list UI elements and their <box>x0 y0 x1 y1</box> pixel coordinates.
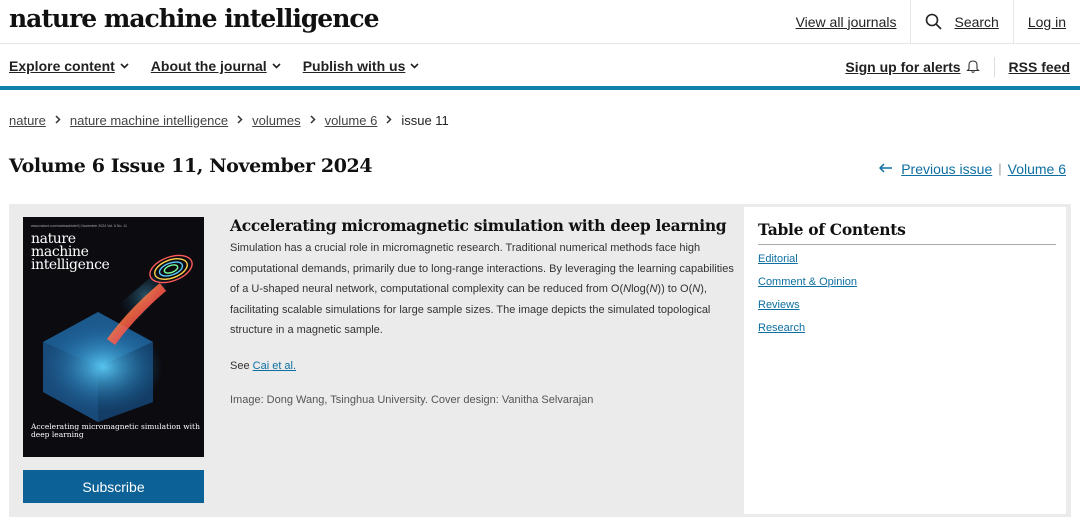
search-icon <box>925 13 943 30</box>
nav-menu: Explore content About the journal Publis… <box>9 58 441 74</box>
nav-item-label: Publish with us <box>302 58 406 74</box>
chevron-down-icon <box>410 61 419 72</box>
alerts-label: Sign up for alerts <box>845 59 961 75</box>
rss-feed-link[interactable]: RSS feed <box>995 59 1070 75</box>
breadcrumb: nature nature machine intelligence volum… <box>9 113 449 128</box>
arrow-left-icon <box>879 160 893 177</box>
cai-et-al-link[interactable]: Cai et al. <box>253 360 296 372</box>
chevron-right-icon <box>237 114 243 127</box>
breadcrumb-item-volumes[interactable]: volumes <box>252 113 300 128</box>
view-all-journals-link[interactable]: View all journals <box>782 0 911 43</box>
toc-item-reviews[interactable]: Reviews <box>758 299 1052 311</box>
subscribe-button[interactable]: Subscribe <box>23 470 204 503</box>
math-n: N <box>623 283 632 295</box>
math-n: N <box>692 283 701 295</box>
issue-panel: www.nature.com/natmachintell | November … <box>9 204 1071 517</box>
cover-journal-title: nature machine intelligence <box>31 231 110 273</box>
cover-caption: Accelerating micromagnetic simulation wi… <box>31 422 200 439</box>
nav-item-publish-with-us[interactable]: Publish with us <box>303 58 420 74</box>
toc-item-research[interactable]: Research <box>758 322 1052 334</box>
image-credit: Image: Dong Wang, Tsinghua University. C… <box>230 393 594 406</box>
previous-issue-link[interactable]: Previous issue <box>901 161 992 177</box>
cover-story-title: Accelerating micromagnetic simulation wi… <box>230 216 727 235</box>
chevron-right-icon <box>310 114 316 127</box>
login-link[interactable]: Log in <box>1012 0 1080 43</box>
see-reference: See Cai et al. <box>230 360 735 372</box>
chevron-down-icon <box>120 61 129 72</box>
toc-item-comment-opinion[interactable]: Comment & Opinion <box>758 276 1052 288</box>
nav-bar: Explore content About the journal Publis… <box>0 44 1080 90</box>
top-links: View all journals Search Log in <box>782 0 1080 43</box>
breadcrumb-item-nature[interactable]: nature <box>9 113 46 128</box>
toc-title: Table of Contents <box>758 220 1056 245</box>
description-text: )) to O( <box>657 283 693 295</box>
search-link[interactable]: Search <box>910 0 1012 43</box>
bell-icon <box>965 59 980 76</box>
breadcrumb-item-volume[interactable]: volume 6 <box>325 113 378 128</box>
breadcrumb-item-journal[interactable]: nature machine intelligence <box>70 113 228 128</box>
sign-up-alerts-link[interactable]: Sign up for alerts <box>845 57 995 77</box>
breadcrumb-item-current: issue 11 <box>401 113 449 128</box>
table-of-contents: Table of Contents Editorial Comment & Op… <box>744 207 1066 514</box>
chevron-right-icon <box>55 114 61 127</box>
divider: | <box>998 161 1002 176</box>
nav-item-label: About the journal <box>150 58 267 74</box>
nav-item-about-the-journal[interactable]: About the journal <box>151 58 281 74</box>
cover-story-description: Simulation has a crucial role in microma… <box>230 238 735 341</box>
issue-navigation: Previous issue | Volume 6 <box>879 160 1066 177</box>
chevron-right-icon <box>386 114 392 127</box>
search-label: Search <box>954 13 999 30</box>
volume-link[interactable]: Volume 6 <box>1008 161 1066 177</box>
nav-actions: Sign up for alerts RSS feed <box>845 57 1070 77</box>
page-title: Volume 6 Issue 11, November 2024 <box>9 155 373 177</box>
cover-story: Accelerating micromagnetic simulation wi… <box>230 216 735 406</box>
cover-image[interactable]: www.nature.com/natmachintell | November … <box>23 217 204 457</box>
top-bar: nature machine intelligence View all jou… <box>0 0 1080 44</box>
nav-item-label: Explore content <box>9 58 115 74</box>
nav-item-explore-content[interactable]: Explore content <box>9 58 129 74</box>
journal-logo[interactable]: nature machine intelligence <box>9 4 380 33</box>
chevron-down-icon <box>272 61 281 72</box>
cover-top-text: www.nature.com/natmachintell | November … <box>31 224 127 228</box>
see-prefix: See <box>230 359 253 372</box>
toc-item-editorial[interactable]: Editorial <box>758 253 1052 265</box>
description-text: log( <box>631 283 650 295</box>
